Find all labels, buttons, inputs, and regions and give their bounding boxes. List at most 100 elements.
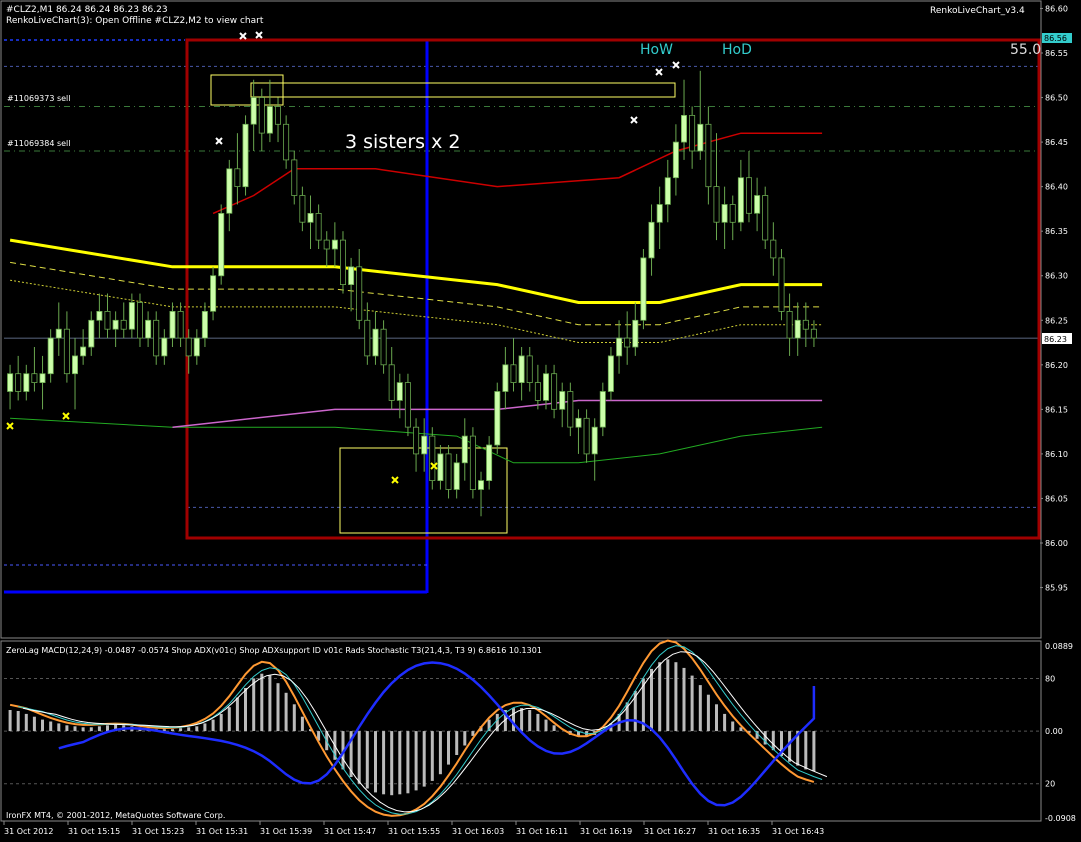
yellow-box-bottom — [339, 447, 508, 534]
macd-bar — [106, 725, 109, 731]
candle-body — [177, 310, 184, 339]
candle-body — [39, 373, 46, 384]
time-label: 31 Oct 2012 — [4, 827, 53, 836]
candle-body — [616, 337, 623, 357]
candle-body — [469, 435, 476, 491]
candle-body — [291, 159, 298, 196]
time-label: 31 Oct 16:03 — [452, 827, 504, 836]
candle-body — [810, 328, 817, 339]
macd-bar — [41, 719, 44, 732]
candle-body — [583, 417, 590, 455]
candle-body — [624, 337, 631, 348]
macd-bar — [690, 675, 694, 732]
candle-body — [551, 373, 558, 410]
candle-body — [534, 382, 541, 401]
candle-body — [461, 435, 468, 464]
candle-body — [664, 177, 671, 205]
candle-body — [388, 364, 395, 401]
candle-body — [266, 106, 273, 134]
price-label: 86.15 — [1045, 405, 1068, 414]
macd-bar — [715, 704, 718, 732]
macd-bar — [65, 725, 69, 731]
macd-bar — [8, 710, 12, 732]
time-label: 31 Oct 16:27 — [644, 827, 696, 836]
time-label: 31 Oct 16:11 — [516, 827, 568, 836]
macd-bar — [171, 729, 174, 732]
macd-bar — [414, 731, 418, 791]
macd-bar — [24, 713, 28, 732]
candle-body — [632, 319, 639, 348]
candle-body — [502, 364, 509, 392]
macd-bar — [268, 675, 272, 732]
macd-bar — [650, 668, 653, 732]
candle-body — [445, 453, 452, 490]
macd-bar — [544, 719, 548, 732]
price-label: 86.10 — [1045, 450, 1068, 459]
macd-bar — [382, 731, 386, 795]
candle-body — [689, 115, 696, 152]
candle-body — [23, 373, 30, 392]
macd-bar — [235, 697, 239, 732]
red-range-box — [185, 38, 1041, 540]
candle-body — [413, 426, 420, 455]
candle-body — [136, 302, 143, 339]
macd-bar — [698, 685, 702, 731]
macd-bar — [89, 727, 93, 732]
price-label: 86.25 — [1045, 316, 1068, 325]
sell-marker — [215, 137, 223, 145]
indicator-header: ZeroLag MACD(12,24,9) -0.0487 -0.0574 Sh… — [6, 646, 542, 655]
candle-body — [746, 177, 753, 214]
ma-yellow — [9, 238, 823, 304]
macd-bar — [203, 723, 207, 732]
candle-body — [112, 319, 119, 330]
candle-body — [494, 391, 501, 446]
candle-body — [47, 337, 54, 375]
candle-body — [437, 453, 444, 481]
candle-body — [705, 123, 712, 188]
candle-body — [486, 444, 493, 481]
macd-bar — [731, 721, 735, 732]
price-label: 86.45 — [1045, 138, 1068, 147]
candle-body — [762, 195, 769, 241]
candle-body — [72, 355, 79, 375]
price-label: 86.05 — [1045, 494, 1068, 503]
macd-bar — [723, 713, 727, 732]
price-label: 86.40 — [1045, 183, 1068, 192]
candle-body — [380, 328, 387, 366]
price-label: 86.20 — [1045, 361, 1068, 370]
macd-bar — [512, 708, 515, 732]
macd-bar — [430, 731, 434, 781]
macd-bar — [398, 731, 402, 795]
candle-body — [218, 212, 225, 277]
candle-body — [153, 319, 160, 357]
macd-bar — [49, 721, 53, 732]
candle-body — [88, 319, 95, 348]
candle-body — [307, 212, 314, 223]
macd-bar — [447, 731, 450, 765]
price-axis: 86.60 86.55 86.50 86.45 86.40 86.35 86.30 86.25… — [1040, 4, 1068, 593]
macd-bar — [520, 708, 524, 732]
candle-body — [737, 177, 744, 223]
macd-bar — [32, 716, 36, 732]
candle-body — [120, 319, 127, 330]
candle-body — [96, 310, 103, 321]
candle-body — [339, 239, 346, 286]
candle-body — [429, 435, 436, 482]
candle-body — [283, 123, 290, 161]
macd-bar — [211, 719, 215, 732]
buy-marker — [6, 422, 14, 430]
candle-body — [226, 168, 233, 214]
candle-body — [421, 435, 428, 455]
yellow-box-top-left — [210, 74, 284, 106]
macd-bar — [57, 723, 61, 732]
pattern-label: 3 sisters x 2 — [345, 131, 460, 153]
candle-body — [404, 382, 411, 428]
macd-bar — [463, 731, 467, 746]
macd-bar — [674, 662, 678, 732]
candle-body — [356, 266, 363, 321]
subtitle-line: RenkoLiveChart(3): Open Offline #CLZ2,M2… — [6, 16, 264, 26]
macd-bar — [706, 694, 710, 732]
candle-body — [315, 212, 322, 241]
candle-body — [234, 168, 241, 188]
candle-body — [697, 123, 704, 152]
